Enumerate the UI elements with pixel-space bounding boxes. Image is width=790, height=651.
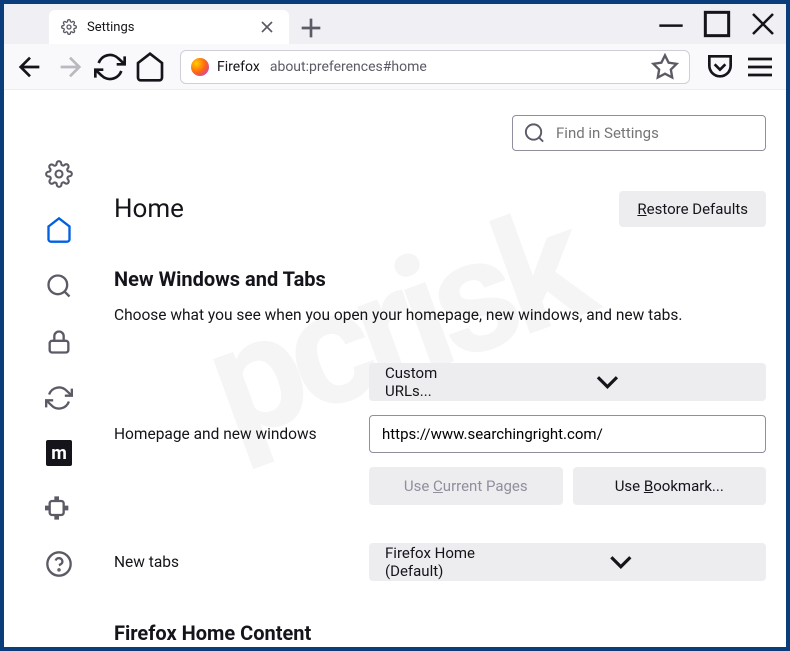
window-controls — [648, 4, 786, 44]
firefox-logo-icon — [191, 58, 209, 76]
restore-defaults-button[interactable]: Restore Defaults — [619, 191, 766, 227]
sidebar-home-icon[interactable] — [45, 216, 73, 244]
minimize-button[interactable] — [648, 4, 694, 44]
close-window-button[interactable] — [740, 4, 786, 44]
sidebar-privacy-icon[interactable] — [45, 328, 73, 356]
section-description: Choose what you see when you open your h… — [114, 305, 766, 327]
new-tab-button[interactable] — [295, 12, 327, 44]
close-icon[interactable] — [257, 17, 277, 37]
url-identity-text: Firefox — [217, 59, 260, 75]
sidebar-more-icon[interactable]: m — [46, 440, 72, 466]
select-value: Firefox Home (Default) — [385, 544, 492, 580]
home-button[interactable] — [132, 51, 168, 83]
forward-button — [52, 51, 88, 83]
bookmark-star-icon[interactable] — [651, 53, 679, 81]
sidebar-extensions-icon[interactable] — [45, 494, 73, 522]
reload-button[interactable] — [92, 51, 128, 83]
nav-bar: Firefox about:preferences#home — [4, 44, 786, 90]
page-title: Home — [114, 194, 184, 224]
browser-tab[interactable]: Settings — [49, 10, 289, 44]
homepage-mode-select[interactable]: Custom URLs... — [369, 363, 766, 401]
section-title-windows-tabs: New Windows and Tabs — [114, 267, 766, 291]
sidebar-general-icon[interactable] — [45, 160, 73, 188]
tab-title: Settings — [87, 20, 247, 35]
homepage-label: Homepage and new windows — [114, 425, 369, 443]
maximize-button[interactable] — [694, 4, 740, 44]
url-identity: Firefox — [191, 58, 260, 76]
chevron-down-icon — [492, 543, 750, 581]
sidebar-help-icon[interactable] — [45, 550, 73, 578]
url-path: about:preferences#home — [270, 59, 427, 75]
url-bar[interactable]: Firefox about:preferences#home — [180, 50, 690, 84]
settings-sidebar: m — [4, 90, 114, 647]
chevron-down-icon — [465, 363, 750, 401]
use-bookmark-button[interactable]: Use Bookmark... — [573, 467, 767, 505]
app-menu-button[interactable] — [742, 51, 778, 83]
settings-main: Home Restore Defaults New Windows and Ta… — [114, 90, 786, 647]
use-current-pages-button: Use Current Pages — [369, 467, 563, 505]
gear-icon — [61, 19, 77, 35]
newtabs-select[interactable]: Firefox Home (Default) — [369, 543, 766, 581]
tab-strip: Settings — [4, 4, 786, 44]
search-icon — [523, 116, 546, 150]
pocket-button[interactable] — [702, 51, 738, 83]
back-button[interactable] — [12, 51, 48, 83]
section-title-home-content: Firefox Home Content — [114, 621, 766, 645]
sidebar-sync-icon[interactable] — [45, 384, 73, 412]
settings-search-input[interactable] — [556, 124, 755, 142]
select-value: Custom URLs... — [385, 364, 465, 400]
newtabs-label: New tabs — [114, 553, 369, 571]
settings-search[interactable] — [512, 115, 766, 151]
homepage-url-input[interactable] — [369, 415, 766, 453]
sidebar-search-icon[interactable] — [45, 272, 73, 300]
